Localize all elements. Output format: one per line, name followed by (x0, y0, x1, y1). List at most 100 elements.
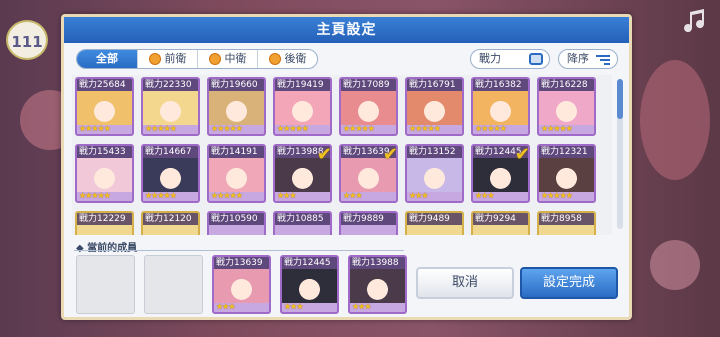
character-portrait (350, 269, 405, 303)
character-card[interactable]: 戰力12445 ★★★ ✔ (471, 144, 530, 203)
character-card[interactable]: 戰力14667 ★★★★★ (141, 144, 200, 203)
star-rating: ★★★★★ (475, 124, 507, 133)
character-portrait (407, 158, 462, 192)
member-slot-empty[interactable] (76, 255, 135, 314)
background-decoration (650, 240, 700, 290)
character-card[interactable]: 戰力9889 (339, 211, 398, 235)
character-portrait (209, 158, 264, 192)
vanguard-icon (148, 53, 161, 65)
star-rating: ★★★★★ (541, 124, 573, 133)
character-card[interactable]: 戰力19419 ★★★★★ (273, 77, 332, 136)
character-card[interactable]: 戰力12120 (141, 211, 200, 235)
character-card[interactable]: 戰力12321 ★★★★★ (537, 144, 596, 203)
sort-order-label: 降序 (567, 52, 589, 65)
character-card[interactable]: 戰力16382 ★★★★★ (471, 77, 530, 136)
character-card[interactable]: 戰力12229 (75, 211, 134, 235)
power-value: 戰力17089 (341, 79, 396, 91)
power-value: 戰力9889 (341, 213, 396, 225)
character-card[interactable]: 戰力15433 ★★★★★ (75, 144, 134, 203)
divider (74, 250, 404, 251)
dialog-title: 主頁設定 (64, 17, 629, 43)
character-card[interactable]: 戰力13639 ★★★ ✔ (339, 144, 398, 203)
sort-lines-icon (596, 55, 610, 57)
grid-scrollbar[interactable] (617, 79, 623, 229)
home-settings-dialog: 主頁設定 全部 前衛 中衛 後衛 戰力 降序 戰力25684 ★★★★★ 戰力22330 ★… (61, 14, 632, 320)
background-decoration (640, 60, 710, 180)
selected-check-icon: ✔ (514, 144, 530, 165)
star-rating: ★★★ (409, 191, 428, 200)
selected-check-icon: ✔ (316, 144, 332, 165)
power-value: 戰力10590 (209, 213, 264, 225)
power-value: 戰力16791 (407, 79, 462, 91)
scrollbar-thumb[interactable] (617, 79, 623, 119)
character-card[interactable]: 戰力19660 ★★★★★ (207, 77, 266, 136)
character-card[interactable]: 戰力22330 ★★★★★ (141, 77, 200, 136)
character-grid: 戰力25684 ★★★★★ 戰力22330 ★★★★★ 戰力19660 ★★★★★ 戰力19… (72, 75, 612, 235)
tab-label: 全部 (96, 52, 118, 65)
power-value: 戰力14191 (209, 146, 264, 158)
character-card[interactable]: 戰力25684 ★★★★★ (75, 77, 134, 136)
character-card[interactable]: 戰力10590 (207, 211, 266, 235)
cancel-button[interactable]: 取消 (416, 267, 514, 299)
star-rating: ★★★★★ (211, 124, 243, 133)
star-rating: ★★★★★ (79, 124, 111, 133)
power-value: 戰力12229 (77, 213, 132, 225)
character-card[interactable]: 戰力10885 (273, 211, 332, 235)
power-value: 戰力12120 (143, 213, 198, 225)
rearguard-icon (268, 53, 281, 65)
character-card[interactable]: 戰力16791 ★★★★★ (405, 77, 464, 136)
character-portrait (341, 91, 396, 125)
character-portrait (539, 225, 594, 235)
member-card[interactable]: 戰力13639 ★★★ (212, 255, 271, 314)
star-rating: ★★★ (343, 191, 362, 200)
character-card[interactable]: 戰力17089 ★★★★★ (339, 77, 398, 136)
tab-label: 後衛 (284, 52, 307, 65)
music-icon[interactable] (682, 8, 712, 34)
member-card[interactable]: 戰力13988 ★★★ (348, 255, 407, 314)
star-rating: ★★★★★ (343, 124, 375, 133)
current-members-text: 當前的成員 (87, 243, 138, 254)
sort-order-button[interactable]: 降序 (558, 49, 618, 69)
member-slot-empty[interactable] (144, 255, 203, 314)
character-portrait (143, 225, 198, 235)
sort-lines-icon (600, 59, 610, 61)
character-card[interactable]: 戰力13988 ★★★ ✔ (273, 144, 332, 203)
star-rating: ★★★ (284, 302, 303, 311)
character-card[interactable]: 戰力14191 ★★★★★ (207, 144, 266, 203)
selected-check-icon: ✔ (382, 144, 398, 165)
tab-1[interactable]: 前衛 (137, 50, 197, 68)
sort-power-label: 戰力 (479, 52, 501, 65)
tab-label: 前衛 (164, 52, 187, 65)
tab-label: 中衛 (224, 52, 247, 65)
character-card[interactable]: 戰力16228 ★★★★★ (537, 77, 596, 136)
power-value: 戰力9489 (407, 213, 462, 225)
tab-2[interactable]: 中衛 (197, 50, 257, 68)
character-portrait (407, 225, 462, 235)
character-portrait (209, 225, 264, 235)
side-counter-badge[interactable]: 111 (6, 20, 48, 60)
confirm-button[interactable]: 設定完成 (520, 267, 618, 299)
character-portrait (539, 158, 594, 192)
sort-by-power-button[interactable]: 戰力 (470, 49, 550, 69)
power-value: 戰力16228 (539, 79, 594, 91)
power-value: 戰力16382 (473, 79, 528, 91)
character-portrait (143, 91, 198, 125)
power-value: 戰力9294 (473, 213, 528, 225)
character-portrait (407, 91, 462, 125)
character-portrait (77, 91, 132, 125)
character-card[interactable]: 戰力13152 ★★★ (405, 144, 464, 203)
power-value: 戰力15433 (77, 146, 132, 158)
character-card[interactable]: 戰力8958 (537, 211, 596, 235)
character-portrait (209, 91, 264, 125)
tab-3[interactable]: 後衛 (257, 50, 317, 68)
character-portrait (473, 225, 528, 235)
character-card[interactable]: 戰力9294 (471, 211, 530, 235)
star-rating: ★★★★★ (211, 191, 243, 200)
tab-0[interactable]: 全部 (77, 50, 137, 68)
star-rating: ★★★ (216, 302, 235, 311)
member-card[interactable]: 戰力12445 ★★★ (280, 255, 339, 314)
power-value: 戰力14667 (143, 146, 198, 158)
character-portrait (539, 91, 594, 125)
character-card[interactable]: 戰力9489 (405, 211, 464, 235)
sort-lines-icon (604, 63, 610, 65)
